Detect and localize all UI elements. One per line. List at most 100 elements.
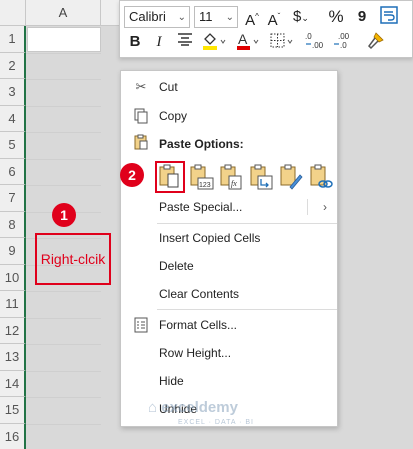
- borders-button[interactable]: [268, 31, 296, 53]
- row-header[interactable]: 3: [0, 79, 26, 106]
- row-header[interactable]: 2: [0, 52, 26, 79]
- svg-text:123: 123: [199, 182, 211, 189]
- shrink-font-icon[interactable]: Aˇ: [264, 6, 284, 29]
- svg-text:.0: .0: [305, 32, 312, 41]
- increase-decimal-button[interactable]: .0.00: [304, 31, 328, 53]
- bold-icon: B: [129, 33, 141, 50]
- row-header[interactable]: 13: [0, 344, 26, 371]
- watermark-tagline: EXCEL · DATA · BI: [178, 419, 254, 426]
- percent-style-button[interactable]: %: [326, 6, 346, 28]
- watermark-brand: exceldemy: [161, 399, 238, 416]
- step-badge-1: 1: [52, 203, 76, 227]
- cell-a1[interactable]: [27, 27, 101, 52]
- fill-color-icon: [203, 33, 226, 50]
- font-size-value: 11: [199, 9, 213, 24]
- svg-text:.0: .0: [340, 41, 347, 50]
- menu-item-insert-copied-cells[interactable]: Insert Copied Cells: [121, 224, 337, 252]
- percent-icon: %: [328, 7, 344, 26]
- row-gridline: [26, 423, 101, 425]
- font-color-button[interactable]: A: [234, 31, 262, 53]
- row-gridline: [26, 185, 101, 186]
- row-header[interactable]: 14: [0, 370, 26, 397]
- row-gridline: [26, 344, 101, 345]
- wrap-text-button[interactable]: [378, 6, 400, 28]
- paste-highlight-box: [155, 161, 185, 193]
- font-name-value: Calibri: [129, 9, 166, 24]
- menu-item-hide[interactable]: Hide: [121, 367, 337, 395]
- row-header[interactable]: 4: [0, 105, 26, 132]
- row-header[interactable]: 1: [0, 26, 26, 53]
- accounting-format-button[interactable]: $⌄: [288, 6, 314, 28]
- font-name-select[interactable]: Calibri ⌄: [124, 6, 190, 28]
- svg-text:.00: .00: [312, 41, 324, 50]
- hide-label: Hide: [159, 374, 184, 388]
- decrease-decimal-icon: .00.0: [334, 32, 350, 50]
- paste-link-button[interactable]: [308, 163, 334, 191]
- align-center-icon: [178, 33, 192, 46]
- row-gridline: [26, 132, 101, 133]
- center-align-button[interactable]: [174, 31, 196, 53]
- menu-item-paste-special[interactable]: Paste Special... ›: [121, 193, 337, 221]
- row-gridline: [26, 79, 101, 80]
- increase-decimal-icon: .0.00: [305, 32, 324, 50]
- cut-label: Cut: [159, 80, 178, 94]
- menu-item-delete[interactable]: Delete: [121, 252, 337, 280]
- clipboard-icon: [133, 134, 149, 150]
- italic-icon: I: [156, 34, 162, 50]
- row-header[interactable]: 16: [0, 423, 26, 449]
- decrease-decimal-button[interactable]: .00.0: [332, 31, 356, 53]
- menu-item-format-cells[interactable]: Format Cells...: [121, 311, 337, 339]
- clear-contents-label: Clear Contents: [159, 287, 240, 301]
- right-click-callout: Right-clcik: [35, 233, 111, 285]
- row-header[interactable]: 12: [0, 317, 26, 344]
- font-size-select[interactable]: 11 ⌄: [194, 6, 238, 28]
- borders-icon: [270, 33, 293, 48]
- insert-copied-cells-label: Insert Copied Cells: [159, 231, 261, 245]
- grow-font-icon[interactable]: A^: [242, 6, 262, 29]
- row-gridline: [26, 397, 101, 398]
- step-badge-2: 2: [120, 163, 144, 187]
- menu-item-cut[interactable]: ✂ Cut: [121, 73, 337, 101]
- paste-values-button[interactable]: 123: [188, 163, 214, 191]
- row-gridline: [26, 105, 101, 107]
- row-gridline: [26, 370, 101, 372]
- svg-text:.00: .00: [338, 32, 350, 41]
- paste-formulas-button[interactable]: fx: [218, 163, 244, 191]
- row-height-label: Row Height...: [159, 346, 232, 360]
- row-gridline: [26, 52, 101, 54]
- menu-item-clear-contents[interactable]: Clear Contents: [121, 280, 337, 308]
- paste-values-icon: 123: [190, 164, 214, 190]
- excel-window: A 1 2 3 4 5 6 7 8 9 10 11 12 13 14 15 16 1 Right-clcik …: [0, 0, 413, 449]
- copy-label: Copy: [159, 109, 188, 123]
- row-header[interactable]: 9: [0, 238, 26, 265]
- row-header[interactable]: 5: [0, 132, 26, 159]
- scissors-icon: ✂: [135, 79, 147, 94]
- font-color-icon: A: [237, 31, 259, 50]
- bold-button[interactable]: B: [126, 31, 144, 53]
- fill-color-button[interactable]: [200, 31, 228, 53]
- row-header[interactable]: 15: [0, 397, 26, 424]
- italic-button[interactable]: I: [150, 31, 168, 53]
- row-header[interactable]: 6: [0, 158, 26, 185]
- row-header[interactable]: 11: [0, 291, 26, 318]
- chevron-down-icon: ⌄: [177, 12, 186, 23]
- submenu-divider: [307, 199, 308, 215]
- wrap-text-icon: [380, 6, 398, 24]
- row-gridline: [26, 158, 101, 160]
- context-menu: ✂ Cut Copy Paste Options: 123 fx Paste S…: [120, 70, 338, 427]
- comma-icon: 9: [357, 8, 367, 25]
- comma-style-button[interactable]: 9: [352, 6, 372, 28]
- row-header[interactable]: 8: [0, 211, 26, 238]
- row-header[interactable]: 10: [0, 264, 26, 291]
- menu-separator: [157, 309, 337, 310]
- menu-item-row-height[interactable]: Row Height...: [121, 339, 337, 367]
- select-all-corner[interactable]: [0, 0, 26, 26]
- menu-item-copy[interactable]: Copy: [121, 102, 337, 130]
- paste-formatting-button[interactable]: [278, 163, 304, 191]
- paste-link-icon: [310, 164, 333, 188]
- row-header[interactable]: 7: [0, 185, 26, 212]
- format-painter-button[interactable]: [364, 31, 386, 53]
- paste-transpose-button[interactable]: [248, 163, 274, 191]
- column-header-a[interactable]: A: [26, 0, 101, 26]
- row-gridline: [26, 291, 101, 292]
